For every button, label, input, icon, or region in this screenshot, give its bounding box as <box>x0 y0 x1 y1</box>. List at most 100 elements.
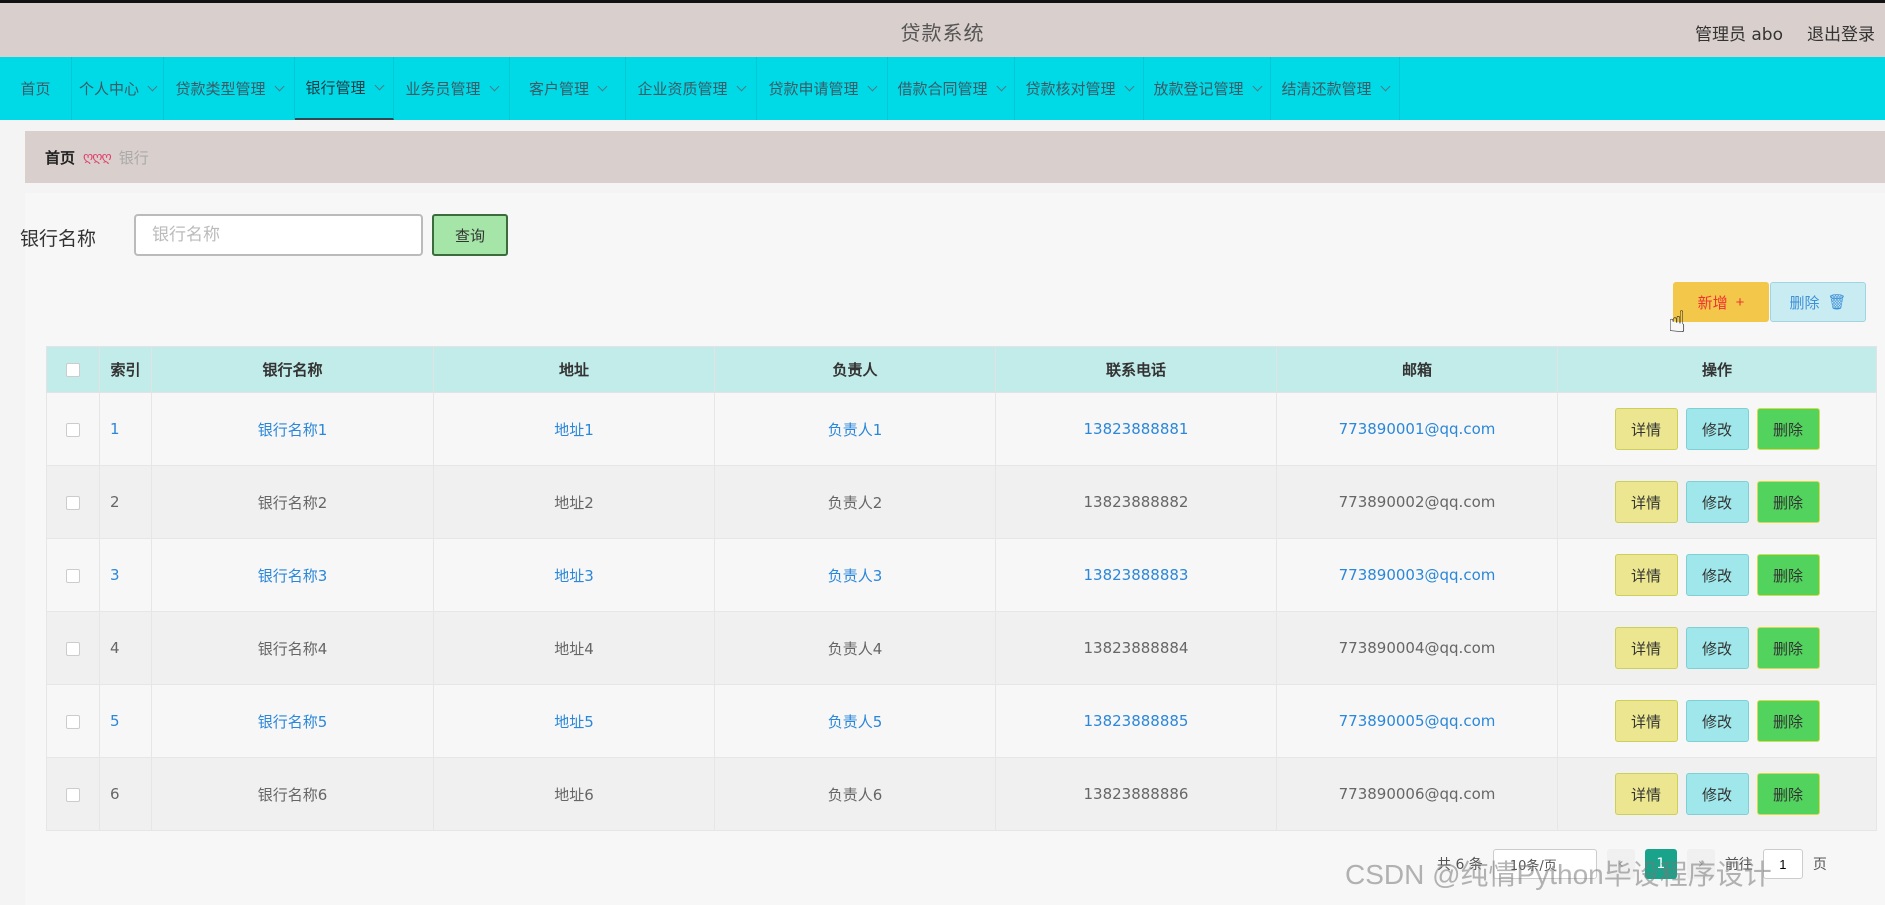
plus-icon: + <box>1735 293 1745 311</box>
chevron-right-icon: › <box>1698 856 1704 872</box>
breadcrumb: 首页 ღღღ 银行 <box>25 131 1885 183</box>
nav-item-4[interactable]: 业务员管理 <box>394 57 510 120</box>
main-navbar: 首页 个人中心 贷款类型管理 银行管理 业务员管理 客户管理 企业资质管理 贷款申请管理 借款合… <box>0 57 1885 120</box>
nav-item-3[interactable]: 银行管理 <box>295 57 394 120</box>
row-checkbox[interactable] <box>66 714 80 729</box>
cell-index: 1 <box>99 392 152 466</box>
chevron-down-icon <box>489 81 499 91</box>
row-checkbox[interactable] <box>66 641 80 656</box>
nav-item-label: 企业资质管理 <box>637 80 728 98</box>
delete-button[interactable]: 删除 <box>1756 554 1820 596</box>
cell-address: 地址1 <box>433 392 715 466</box>
query-button[interactable]: 查询 <box>432 214 508 256</box>
edit-button[interactable]: 修改 <box>1685 554 1749 596</box>
nav-item-label: 首页 <box>20 80 51 98</box>
row-checkbox[interactable] <box>66 422 80 437</box>
nav-item-label: 借款合同管理 <box>897 80 988 98</box>
table-row: 2 银行名称2 地址2 负责人2 13823888882 773890002@qq.com… <box>46 465 1877 539</box>
page-size-value: 10条/页 <box>1509 858 1557 874</box>
detail-button[interactable]: 详情 <box>1614 627 1678 669</box>
row-select-cell <box>46 757 100 831</box>
edit-button[interactable]: 修改 <box>1685 773 1749 815</box>
select-all-checkbox[interactable] <box>66 363 80 377</box>
row-actions: 详情 修改 删除 <box>1558 773 1876 815</box>
nav-item-label: 结清还款管理 <box>1281 80 1372 98</box>
chevron-down-icon <box>597 81 608 91</box>
cell-index: 4 <box>99 611 152 685</box>
next-page-button[interactable]: › <box>1686 849 1715 879</box>
row-actions: 详情 修改 删除 <box>1558 408 1876 450</box>
nav-item-8[interactable]: 借款合同管理 <box>888 57 1015 120</box>
nav-item-1[interactable]: 个人中心 <box>72 57 164 120</box>
detail-button[interactable]: 详情 <box>1614 481 1678 523</box>
row-actions: 详情 修改 删除 <box>1558 627 1876 669</box>
bank-table: 索引 银行名称 地址 负责人 联系电话 邮箱 操作 1 银行名称1 地址1 负责人1 1… <box>46 346 1877 831</box>
table-row: 1 银行名称1 地址1 负责人1 13823888881 773890001@qq.com… <box>46 392 1877 466</box>
logout-link[interactable]: 退出登录 <box>1807 20 1875 45</box>
cell-email: 773890004@qq.com <box>1276 611 1558 685</box>
breadcrumb-home[interactable]: 首页 <box>45 147 75 168</box>
cell-phone: 13823888881 <box>995 392 1277 466</box>
row-checkbox[interactable] <box>66 495 80 510</box>
edit-button[interactable]: 修改 <box>1685 627 1749 669</box>
bank-name-search-input[interactable] <box>134 214 423 256</box>
detail-button[interactable]: 详情 <box>1614 773 1678 815</box>
cell-index: 5 <box>99 684 152 758</box>
prev-page-button[interactable]: ‹ <box>1606 849 1635 879</box>
detail-button[interactable]: 详情 <box>1614 554 1678 596</box>
chevron-down-icon <box>274 81 284 91</box>
nav-item-11[interactable]: 结清还款管理 <box>1271 57 1400 120</box>
row-actions: 详情 修改 删除 <box>1558 554 1876 596</box>
page-size-select[interactable]: 10条/页 <box>1492 849 1597 879</box>
cell-name: 银行名称6 <box>151 757 434 831</box>
nav-item-5[interactable]: 客户管理 <box>510 57 626 120</box>
detail-button[interactable]: 详情 <box>1614 700 1678 742</box>
nav-item-label: 贷款申请管理 <box>768 80 859 98</box>
edit-button[interactable]: 修改 <box>1685 408 1749 450</box>
nav-item-7[interactable]: 贷款申请管理 <box>757 57 888 120</box>
page-number-current[interactable]: 1 <box>1644 849 1677 879</box>
goto-page-input[interactable] <box>1762 849 1803 879</box>
table-header-row: 索引 银行名称 地址 负责人 联系电话 邮箱 操作 <box>46 346 1877 393</box>
chevron-down-icon <box>996 81 1006 91</box>
current-user-label: 管理员 abo <box>1694 25 1783 45</box>
nav-item-label: 贷款类型管理 <box>175 80 266 98</box>
delete-button[interactable]: 删除 <box>1756 408 1820 450</box>
cell-email: 773890001@qq.com <box>1276 392 1558 466</box>
nav-item-10[interactable]: 放款登记管理 <box>1144 57 1271 120</box>
nav-item-label: 银行管理 <box>305 79 366 97</box>
column-header-address: 地址 <box>433 346 715 393</box>
delete-button[interactable]: 删除 <box>1756 773 1820 815</box>
table-row: 5 银行名称5 地址5 负责人5 13823888885 773890005@qq.com… <box>46 684 1877 758</box>
nav-item-9[interactable]: 贷款核对管理 <box>1015 57 1144 120</box>
nav-item-6[interactable]: 企业资质管理 <box>626 57 757 120</box>
row-select-cell <box>46 684 100 758</box>
detail-button[interactable]: 详情 <box>1614 408 1678 450</box>
cell-phone: 13823888882 <box>995 465 1277 539</box>
delete-button[interactable]: 删除 <box>1756 481 1820 523</box>
delete-button[interactable]: 删除 <box>1756 700 1820 742</box>
cell-phone: 13823888884 <box>995 611 1277 685</box>
cell-name: 银行名称2 <box>151 465 434 539</box>
breadcrumb-separator: ღღღ <box>83 149 112 165</box>
nav-item-2[interactable]: 贷款类型管理 <box>164 57 295 120</box>
nav-item-0[interactable]: 首页 <box>0 57 72 120</box>
chevron-down-icon <box>374 80 384 90</box>
batch-delete-label: 删除 <box>1789 294 1820 312</box>
add-button[interactable]: 新增 + <box>1673 282 1769 322</box>
cell-actions: 详情 修改 删除 <box>1557 684 1877 758</box>
select-all-cell <box>46 346 100 393</box>
delete-button[interactable]: 删除 <box>1756 627 1820 669</box>
edit-button[interactable]: 修改 <box>1685 700 1749 742</box>
cell-address: 地址3 <box>433 538 715 612</box>
pagination-total: 共 6 条 <box>1437 857 1483 873</box>
cell-name: 银行名称3 <box>151 538 434 612</box>
cell-manager: 负责人2 <box>714 465 996 539</box>
edit-button[interactable]: 修改 <box>1685 481 1749 523</box>
nav-item-label: 业务员管理 <box>405 80 481 98</box>
batch-delete-button[interactable]: 删除 🗑 <box>1770 282 1866 322</box>
row-checkbox[interactable] <box>66 787 80 802</box>
row-checkbox[interactable] <box>66 568 80 583</box>
trash-icon: 🗑 <box>1827 294 1847 311</box>
cell-email: 773890005@qq.com <box>1276 684 1558 758</box>
